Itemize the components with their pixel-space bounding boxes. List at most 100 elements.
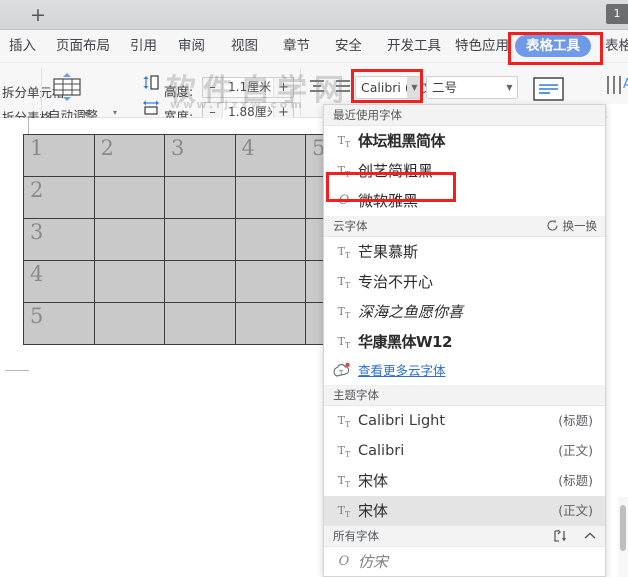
table-cell[interactable]: 5 bbox=[24, 303, 95, 345]
font-item-label: 华康黑体W12 bbox=[358, 327, 452, 357]
tab-page-layout[interactable]: 页面布局 bbox=[56, 30, 110, 63]
cloud-font-icon: T bbox=[333, 362, 352, 379]
font-item-zhuanzhi-bukaixin[interactable]: TT 专治不开心 bbox=[324, 267, 605, 297]
table-cell[interactable]: 2 bbox=[94, 135, 165, 177]
height-stepper[interactable]: – 1.1厘米 + bbox=[202, 77, 294, 98]
auto-fit-chevron-icon[interactable]: ▾ bbox=[113, 108, 117, 117]
font-item-titan-bold[interactable]: TT 体坛粗黑简体 bbox=[324, 126, 605, 156]
truetype-icon: TT bbox=[335, 436, 353, 466]
align-center-icon[interactable] bbox=[307, 77, 327, 97]
table-cell[interactable] bbox=[165, 219, 236, 261]
font-item-label: Calibri Light bbox=[358, 406, 445, 436]
font-size-chevron-down-icon[interactable]: ▼ bbox=[502, 77, 517, 98]
font-item-calibri[interactable]: TT Calibri (正文) bbox=[324, 436, 605, 466]
font-item-label: 专治不开心 bbox=[358, 267, 433, 297]
paragraph-format-icon[interactable] bbox=[533, 77, 564, 101]
opentype-icon: O bbox=[335, 547, 353, 577]
tab-developer[interactable]: 开发工具 bbox=[387, 30, 441, 63]
font-size-combobox[interactable]: 二号 ▼ bbox=[426, 76, 518, 99]
table-cell[interactable] bbox=[235, 219, 306, 261]
all-fonts-actions[interactable] bbox=[553, 526, 597, 547]
table-cell[interactable]: 4 bbox=[24, 261, 95, 303]
table-cell[interactable] bbox=[94, 177, 165, 219]
ribbon-tab-strip: 插入 页面布局 引用 审阅 视图 章节 安全 开发工具 特色应用 表格工具 表格 bbox=[0, 30, 628, 63]
font-item-tag: (标题) bbox=[558, 406, 593, 436]
font-item-label: 微软雅黑 bbox=[358, 186, 418, 216]
font-item-songti-heading[interactable]: TT 宋体 (标题) bbox=[324, 466, 605, 496]
font-item-tag: (正文) bbox=[558, 436, 593, 466]
truetype-icon: TT bbox=[335, 327, 353, 357]
table-cell[interactable]: 1 bbox=[24, 135, 95, 177]
refresh-cloud-fonts-button[interactable]: 换一换 bbox=[546, 216, 597, 237]
title-bar: + 1 bbox=[0, 0, 628, 30]
font-item-tag: (正文) bbox=[558, 496, 593, 526]
group-title: 云字体 bbox=[333, 216, 368, 237]
truetype-icon: TT bbox=[335, 126, 353, 156]
view-more-cloud-fonts-link[interactable]: T 查看更多云字体 bbox=[324, 357, 605, 385]
table-cell[interactable]: 3 bbox=[24, 219, 95, 261]
table-cell[interactable] bbox=[235, 303, 306, 345]
truetype-icon: TT bbox=[335, 406, 353, 436]
svg-text:A: A bbox=[623, 77, 628, 92]
truetype-icon: TT bbox=[335, 156, 353, 186]
tab-table-tools[interactable]: 表格工具 bbox=[515, 35, 591, 57]
tab-references[interactable]: 引用 bbox=[130, 30, 157, 63]
table-cell[interactable]: 3 bbox=[165, 135, 236, 177]
truetype-icon: TT bbox=[335, 297, 353, 327]
font-item-microsoft-yahei[interactable]: O 微软雅黑 bbox=[324, 186, 605, 216]
font-item-fangsong[interactable]: O 仿宋 bbox=[324, 547, 605, 577]
dropdown-group-header-cloud: 云字体 换一换 bbox=[324, 216, 605, 237]
table-cell[interactable] bbox=[235, 261, 306, 303]
dropdown-scrollbar-thumb[interactable] bbox=[620, 505, 626, 551]
table-cell[interactable] bbox=[165, 261, 236, 303]
font-size-value[interactable]: 二号 bbox=[432, 77, 457, 98]
table-cell[interactable]: 2 bbox=[24, 177, 95, 219]
table-cell[interactable] bbox=[94, 303, 165, 345]
tab-featured-apps[interactable]: 特色应用 bbox=[455, 30, 509, 63]
tab-sections[interactable]: 章节 bbox=[283, 30, 310, 63]
table-cell[interactable]: 4 bbox=[235, 135, 306, 177]
font-name-dropdown-panel[interactable]: 最近使用字体 TT 体坛粗黑简体 TT 创艺简粗黑 O 微软雅黑 云字体 换一换 bbox=[323, 104, 606, 577]
truetype-icon: TT bbox=[335, 237, 353, 267]
tab-review[interactable]: 审阅 bbox=[178, 30, 205, 63]
sort-icon[interactable] bbox=[553, 529, 572, 543]
application-window: + 1 插入 页面布局 引用 审阅 视图 章节 安全 开发工具 特色应用 表格工… bbox=[0, 0, 628, 577]
font-item-tag: (标题) bbox=[558, 466, 593, 496]
opentype-icon: O bbox=[335, 186, 353, 216]
font-item-songti-body[interactable]: TT 宋体 (正文) bbox=[324, 496, 605, 526]
collapse-chevron-up-icon[interactable] bbox=[583, 529, 597, 543]
text-direction-icon[interactable]: A bbox=[606, 74, 628, 96]
dropdown-group-header-recent: 最近使用字体 bbox=[324, 105, 605, 126]
font-name-chevron-down-icon[interactable]: ▼ bbox=[407, 77, 422, 98]
tab-insert[interactable]: 插入 bbox=[9, 30, 36, 63]
align-justify-icon[interactable] bbox=[333, 77, 353, 97]
font-name-combobox[interactable]: Calibri (正文) ▼ bbox=[355, 76, 423, 99]
tab-security[interactable]: 安全 bbox=[335, 30, 362, 63]
font-item-shenhai-zhiyu[interactable]: TT 深海之鱼愿你喜 bbox=[324, 297, 605, 327]
font-item-label: 宋体 bbox=[358, 496, 388, 526]
table-cell[interactable] bbox=[165, 177, 236, 219]
font-item-label: 创艺简粗黑 bbox=[358, 156, 433, 186]
group-title: 主题字体 bbox=[333, 385, 379, 406]
truetype-icon: TT bbox=[335, 466, 353, 496]
font-item-chuangyi-bold[interactable]: TT 创艺简粗黑 bbox=[324, 156, 605, 186]
new-tab-plus-icon[interactable]: + bbox=[28, 6, 48, 26]
tab-table[interactable]: 表格 bbox=[605, 30, 628, 63]
height-value[interactable]: 1.1厘米 bbox=[224, 78, 272, 97]
group-title: 最近使用字体 bbox=[333, 105, 402, 126]
truetype-icon: TT bbox=[335, 496, 353, 526]
ribbon-divider-2 bbox=[300, 68, 301, 116]
height-increment-button[interactable]: + bbox=[273, 78, 293, 97]
table-cell[interactable] bbox=[94, 219, 165, 261]
font-item-mango-mousse[interactable]: TT 芒果慕斯 bbox=[324, 237, 605, 267]
font-item-huakang-heiti-w12[interactable]: TT 华康黑体W12 bbox=[324, 327, 605, 357]
table-cell[interactable] bbox=[165, 303, 236, 345]
table-cell[interactable] bbox=[235, 177, 306, 219]
height-decrement-button[interactable]: – bbox=[203, 78, 223, 97]
dropdown-group-header-theme: 主题字体 bbox=[324, 385, 605, 406]
auto-fit-table-icon[interactable] bbox=[48, 72, 86, 102]
ribbon-divider-1 bbox=[41, 68, 42, 116]
tab-view[interactable]: 视图 bbox=[231, 30, 258, 63]
table-cell[interactable] bbox=[94, 261, 165, 303]
font-item-calibri-light[interactable]: TT Calibri Light (标题) bbox=[324, 406, 605, 436]
